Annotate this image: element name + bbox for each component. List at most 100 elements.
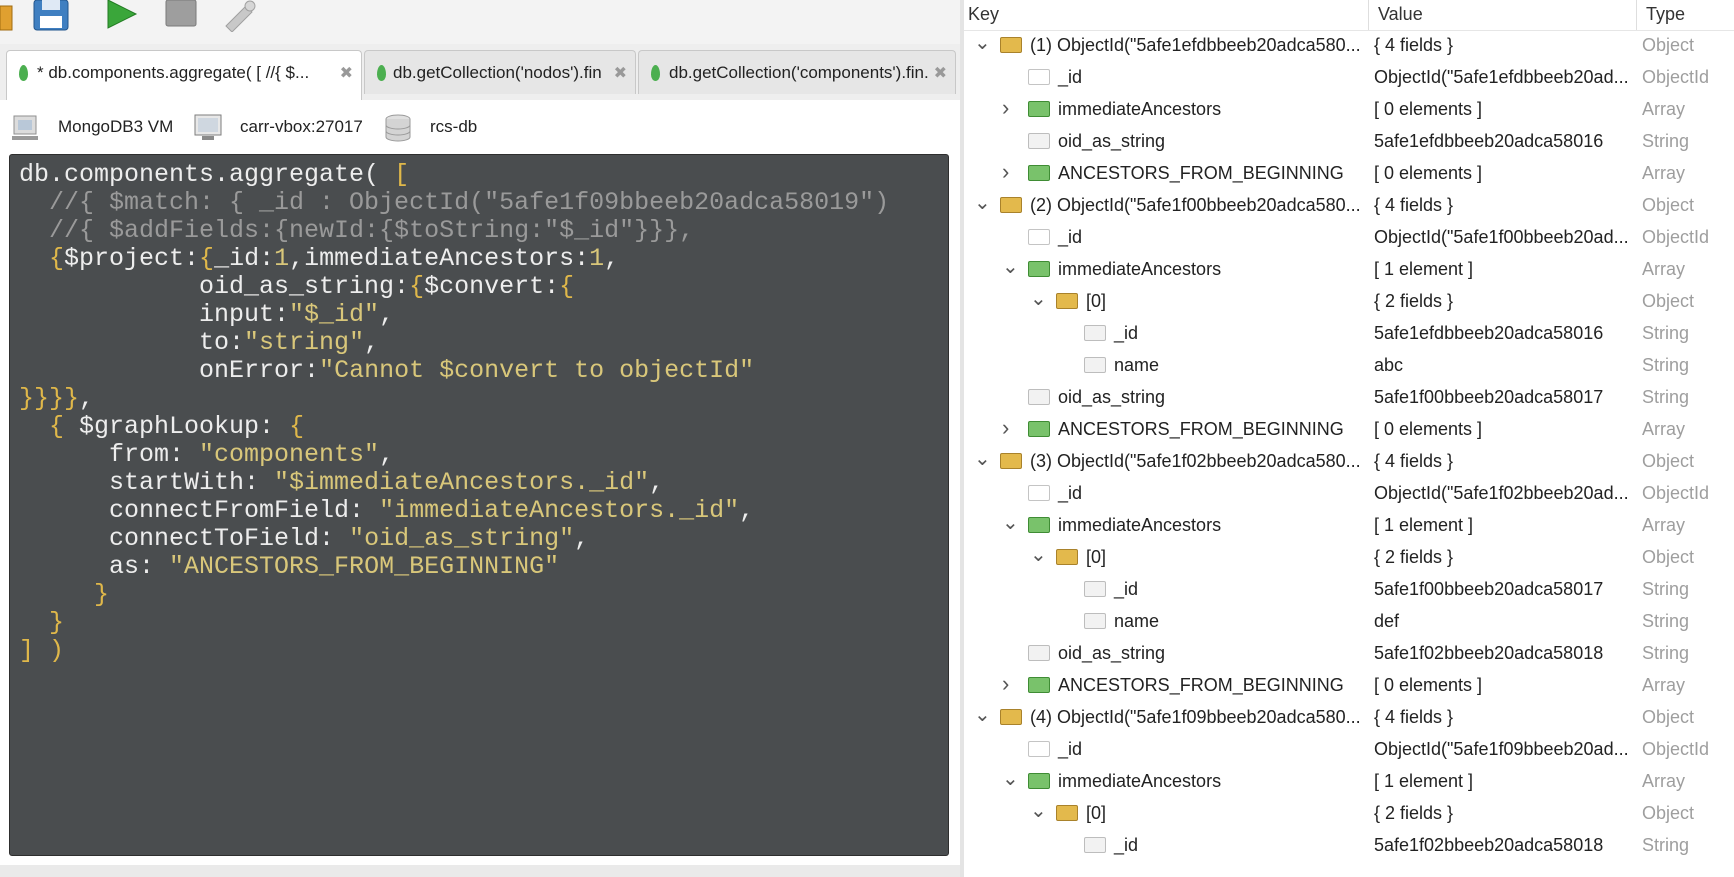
chevron-right-icon[interactable]: › [1002, 95, 1016, 120]
computer-icon [194, 114, 222, 140]
mongodb-leaf-icon [651, 65, 660, 81]
chevron-down-icon[interactable]: ⌄ [1002, 510, 1019, 534]
code-line[interactable]: to:"string", [19, 329, 889, 357]
run-icon[interactable] [104, 0, 144, 32]
code-token: $graphLookup: [79, 412, 290, 441]
tree-row[interactable]: _id 5afe1f02bbeeb20adca58018 String [964, 830, 1734, 862]
tree-row[interactable]: ⌄ (1) ObjectId("5afe1efdbbeeb20adca580...… [964, 30, 1734, 62]
query-editor[interactable]: db.components.aggregate( [ //{ $match: {… [9, 154, 949, 856]
code-line[interactable]: ] ) [19, 637, 889, 665]
header-value[interactable]: Value [1378, 4, 1423, 25]
code-line[interactable]: connectToField: "oid_as_string", [19, 525, 889, 553]
chevron-right-icon[interactable]: › [1002, 159, 1016, 184]
query-code[interactable]: db.components.aggregate( [ //{ $match: {… [19, 161, 889, 665]
code-token: { [409, 272, 425, 301]
tree-row[interactable]: ⌄ [0] { 2 fields } Object [964, 286, 1734, 318]
code-line[interactable]: { $graphLookup: { [19, 413, 889, 441]
chevron-down-icon[interactable]: ⌄ [1030, 286, 1047, 310]
tree-row[interactable]: ⌄ immediateAncestors [ 1 element ] Array [964, 766, 1734, 798]
code-line[interactable]: } [19, 609, 889, 637]
tree-row[interactable]: _id ObjectId("5afe1f00bbeeb20ad... ObjectI… [964, 222, 1734, 254]
tree-row[interactable]: ⌄ immediateAncestors [ 1 element ] Array [964, 510, 1734, 542]
code-line[interactable]: //{ $match: { _id : ObjectId("5afe1f09bb… [19, 189, 889, 217]
objectid-icon [1028, 229, 1050, 245]
tree-row[interactable]: ⌄ [0] { 2 fields } Object [964, 542, 1734, 574]
header-type[interactable]: Type [1646, 4, 1685, 25]
code-line[interactable]: as: "ANCESTORS_FROM_BEGINNING" [19, 553, 889, 581]
chevron-down-icon[interactable]: ⌄ [1030, 542, 1047, 566]
close-tab-icon[interactable]: ✖ [934, 63, 947, 83]
tree-row[interactable]: _id ObjectId("5afe1efdbbeeb20ad... ObjectI… [964, 62, 1734, 94]
code-line[interactable]: {$project:{_id:1,immediateAncestors:1, [19, 245, 889, 273]
tab-label: * db.components.aggregate( [ //{ $... [37, 63, 310, 82]
chevron-right-icon[interactable]: › [1002, 415, 1016, 440]
tree-row[interactable]: ⌄ immediateAncestors [ 1 element ] Array [964, 254, 1734, 286]
tree-row[interactable]: ⌄ (2) ObjectId("5afe1f00bbeeb20adca580...… [964, 190, 1734, 222]
code-line[interactable]: input:"$_id", [19, 301, 889, 329]
code-line[interactable]: oid_as_string:{$convert:{ [19, 273, 889, 301]
chevron-down-icon[interactable]: ⌄ [1002, 766, 1019, 790]
tree-key: _id [1058, 67, 1083, 87]
code-token: }}}} [19, 384, 80, 413]
tree-row[interactable]: oid_as_string 5afe1efdbbeeb20adca58016 Str… [964, 126, 1734, 158]
chevron-right-icon[interactable]: › [1002, 671, 1016, 696]
tree-row[interactable]: › immediateAncestors [ 0 elements ] Array [964, 94, 1734, 126]
tree-row[interactable]: oid_as_string 5afe1f02bbeeb20adca58018 Str… [964, 638, 1734, 670]
tree-row[interactable]: oid_as_string 5afe1f00bbeeb20adca58017 Str… [964, 382, 1734, 414]
header-separator[interactable] [1636, 0, 1637, 30]
tree-value: 5afe1f00bbeeb20adca58017 [1374, 387, 1604, 407]
stop-icon[interactable] [164, 0, 204, 32]
chevron-down-icon[interactable]: ⌄ [974, 702, 991, 726]
code-line[interactable]: db.components.aggregate( [ [19, 161, 889, 189]
chevron-down-icon[interactable]: ⌄ [1002, 254, 1019, 278]
tree-key: (3) ObjectId("5afe1f02bbeeb20adca580... [1030, 451, 1361, 471]
string-icon [1084, 837, 1106, 853]
tree-row[interactable]: ⌄ (4) ObjectId("5afe1f09bbeeb20adca580...… [964, 702, 1734, 734]
code-token: "$immediateAncestors._id" [274, 468, 650, 497]
tab-nodos-query[interactable]: db.getCollection('nodos').fin... ✖ [364, 50, 636, 94]
tree-row[interactable]: ⌄ (3) ObjectId("5afe1f02bbeeb20adca580...… [964, 446, 1734, 478]
format-tools-icon[interactable] [222, 0, 262, 33]
code-token: , [379, 300, 395, 329]
string-icon [1084, 581, 1106, 597]
tree-key: _id [1058, 227, 1083, 247]
tree-row[interactable]: _id ObjectId("5afe1f09bbeeb20ad... ObjectI… [964, 734, 1734, 766]
chevron-down-icon[interactable]: ⌄ [974, 446, 991, 470]
tree-value: { 2 fields } [1374, 291, 1454, 311]
tree-type: Array [1642, 675, 1686, 695]
header-separator[interactable] [1368, 0, 1369, 30]
tree-row[interactable]: › ANCESTORS_FROM_BEGINNING [ 0 elements ] A… [964, 414, 1734, 446]
tree-row[interactable]: › ANCESTORS_FROM_BEGINNING [ 0 elements ] A… [964, 158, 1734, 190]
code-line[interactable]: }}}}, [19, 385, 889, 413]
tree-row[interactable]: ⌄ [0] { 2 fields } Object [964, 798, 1734, 830]
code-line[interactable]: from: "components", [19, 441, 889, 469]
close-tab-icon[interactable]: ✖ [340, 63, 353, 83]
code-line[interactable]: } [19, 581, 889, 609]
tree-row[interactable]: name abc String [964, 350, 1734, 382]
chevron-down-icon[interactable]: ⌄ [974, 190, 991, 214]
code-line[interactable]: onError:"Cannot $convert to objectId" [19, 357, 889, 385]
code-line[interactable]: connectFromField: "immediateAncestors._i… [19, 497, 889, 525]
save-icon[interactable] [32, 0, 72, 32]
tree-row[interactable]: _id 5afe1efdbbeeb20adca58016 String [964, 318, 1734, 350]
tree-row[interactable]: › ANCESTORS_FROM_BEGINNING [ 0 elements ] A… [964, 670, 1734, 702]
code-token: "ANCESTORS_FROM_BEGINNING" [169, 552, 560, 581]
tree-row[interactable]: name def String [964, 606, 1734, 638]
tree-row[interactable]: _id 5afe1f00bbeeb20adca58017 String [964, 574, 1734, 606]
tree-row[interactable]: _id ObjectId("5afe1f02bbeeb20ad... ObjectI… [964, 478, 1734, 510]
close-tab-icon[interactable]: ✖ [614, 63, 627, 83]
tab-components-query[interactable]: db.getCollection('components').fin... ✖ [638, 50, 956, 94]
string-icon [1084, 325, 1106, 341]
chevron-down-icon[interactable]: ⌄ [974, 30, 991, 54]
header-key[interactable]: Key [968, 4, 999, 25]
code-token: [ [394, 160, 410, 189]
tree-type: Array [1642, 419, 1686, 439]
results-tree[interactable]: Key Value Type ⌄ (1) ObjectId("5afe1efdbb… [964, 0, 1734, 877]
tab-aggregate-query[interactable]: * db.components.aggregate( [ //{ $... ✖ [6, 50, 362, 101]
code-line[interactable]: startWith: "$immediateAncestors._id", [19, 469, 889, 497]
tree-value: def [1374, 611, 1400, 631]
chevron-down-icon[interactable]: ⌄ [1030, 798, 1047, 822]
code-token: from: [19, 440, 200, 469]
code-line[interactable]: //{ $addFields:{newId:{$toString:"$_id"}… [19, 217, 889, 245]
